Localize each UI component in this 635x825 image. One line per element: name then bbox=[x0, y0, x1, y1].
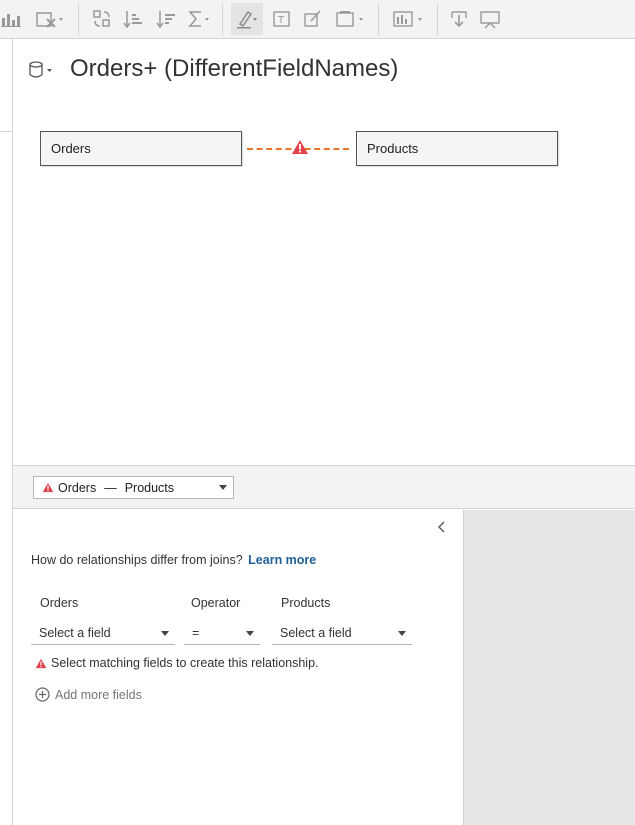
column-header-left: Orders bbox=[40, 596, 79, 610]
relationship-panel: How do relationships differ from joins? … bbox=[13, 510, 463, 825]
warning-icon[interactable] bbox=[291, 139, 309, 160]
right-empty-panel bbox=[463, 510, 635, 825]
format-workbook-icon[interactable] bbox=[303, 8, 323, 30]
svg-text:T: T bbox=[277, 15, 285, 26]
highlight-icon[interactable] bbox=[236, 8, 260, 30]
validation-message: Select matching fields to create this re… bbox=[35, 656, 319, 670]
sort-ascending-icon[interactable] bbox=[123, 8, 143, 30]
left-rail bbox=[0, 39, 13, 825]
presentation-mode-icon[interactable] bbox=[479, 8, 501, 30]
table-orders[interactable]: Orders bbox=[40, 131, 242, 166]
left-field-value: Select a field bbox=[39, 626, 111, 640]
question-text: How do relationships differ from joins? bbox=[31, 553, 243, 567]
totals-sigma-icon[interactable] bbox=[187, 8, 213, 30]
clear-sheet-icon[interactable] bbox=[35, 8, 65, 30]
add-more-fields-label: Add more fields bbox=[55, 687, 142, 702]
relationship-dropdown[interactable]: Orders — Products bbox=[33, 476, 234, 499]
add-more-fields-button[interactable]: Add more fields bbox=[35, 687, 142, 702]
database-icon[interactable] bbox=[28, 61, 56, 84]
chevron-down-icon bbox=[398, 631, 406, 636]
table-products[interactable]: Products bbox=[356, 131, 558, 166]
datasource-title[interactable]: Orders+ (DifferentFieldNames) bbox=[70, 55, 398, 83]
swap-rows-columns-icon[interactable] bbox=[92, 8, 112, 30]
warning-icon bbox=[42, 482, 54, 493]
learn-more-link[interactable]: Learn more bbox=[248, 553, 316, 567]
chevron-down-icon bbox=[219, 485, 227, 490]
toolbar: T bbox=[0, 0, 635, 39]
toolbar-separator bbox=[437, 4, 438, 35]
show-me-icon[interactable] bbox=[392, 8, 426, 30]
right-field-select[interactable]: Select a field bbox=[272, 622, 412, 645]
chevron-left-icon[interactable] bbox=[437, 520, 447, 538]
rail-tick bbox=[0, 131, 12, 132]
relationship-right-table: Products bbox=[124, 480, 175, 495]
operator-value: = bbox=[192, 626, 200, 640]
chevron-down-icon bbox=[246, 631, 254, 636]
warning-icon bbox=[35, 658, 47, 669]
toolbar-separator bbox=[222, 4, 223, 35]
column-header-right: Products bbox=[281, 596, 331, 610]
fit-view-icon[interactable] bbox=[335, 8, 367, 30]
relationship-separator: — bbox=[104, 480, 117, 495]
download-icon[interactable] bbox=[449, 8, 469, 30]
chevron-down-icon bbox=[161, 631, 169, 636]
relationship-selector-band: Orders — Products bbox=[13, 465, 635, 509]
sort-descending-icon[interactable] bbox=[156, 8, 176, 30]
show-labels-icon[interactable]: T bbox=[272, 8, 292, 30]
toolbar-separator bbox=[78, 4, 79, 35]
show-me-chart-icon[interactable] bbox=[0, 8, 22, 30]
toolbar-separator bbox=[378, 4, 379, 35]
right-field-value: Select a field bbox=[280, 626, 352, 640]
column-header-operator: Operator bbox=[191, 596, 241, 610]
operator-select[interactable]: = bbox=[184, 622, 260, 645]
plus-circle-icon bbox=[35, 687, 50, 702]
relationship-left-table: Orders bbox=[58, 480, 97, 495]
relationships-question: How do relationships differ from joins? … bbox=[31, 553, 316, 567]
validation-text: Select matching fields to create this re… bbox=[51, 656, 319, 670]
left-field-select[interactable]: Select a field bbox=[31, 622, 175, 645]
